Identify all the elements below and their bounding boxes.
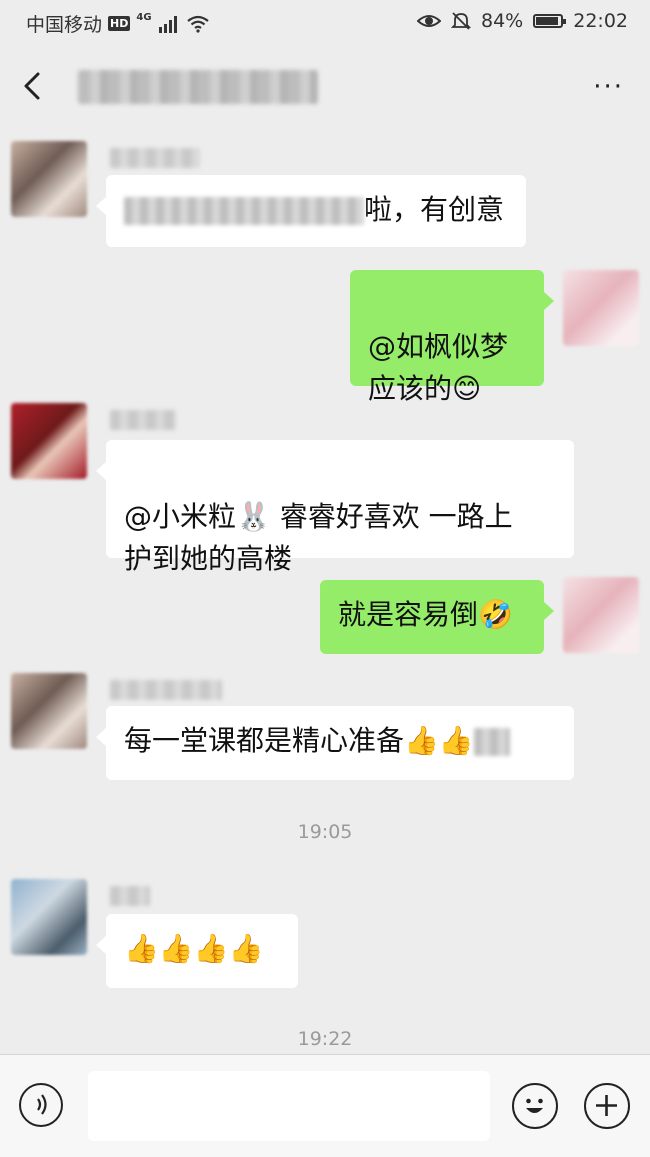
message-input[interactable] — [88, 1071, 490, 1141]
redacted-emoji — [473, 728, 510, 756]
my-avatar[interactable] — [563, 577, 639, 653]
mute-bell-icon — [451, 12, 471, 30]
message-bubble[interactable]: @如枫似梦 应该的😊 — [350, 270, 554, 405]
sender-name-redacted — [110, 680, 222, 700]
more-button[interactable]: ··· — [593, 72, 624, 102]
network-type: 4G — [136, 12, 152, 23]
chevron-left-icon — [24, 72, 40, 100]
signal-icon — [158, 15, 177, 33]
back-button[interactable] — [20, 68, 56, 108]
message-bubble[interactable]: 每一堂课都是精心准备👍👍 — [96, 706, 574, 780]
smiley-icon — [526, 1098, 543, 1113]
sender-name-redacted — [110, 410, 176, 430]
voice-wave-icon — [37, 1094, 47, 1115]
timestamp: 19:22 — [297, 1028, 353, 1050]
message-text: 👍👍👍👍 — [124, 932, 264, 965]
input-bar — [0, 1054, 650, 1157]
my-avatar[interactable] — [563, 270, 639, 346]
message-bubble[interactable]: 👍👍👍👍 — [96, 914, 298, 988]
status-bar: 中国移动 HD 4G 84% 22:02 — [0, 0, 650, 46]
eye-icon — [417, 15, 441, 27]
more-functions-button[interactable] — [584, 1083, 630, 1129]
hd-badge: HD — [108, 16, 131, 31]
clock: 22:02 — [573, 10, 628, 32]
message-text: @小米粒🐰 睿睿好喜欢 一路上 护到她的高楼 — [124, 500, 513, 575]
voice-button[interactable] — [19, 1083, 63, 1127]
status-right: 84% 22:02 — [417, 10, 628, 32]
emoji-button[interactable] — [512, 1083, 558, 1129]
message-bubble[interactable]: 啦，有创意 — [96, 175, 526, 247]
avatar[interactable] — [11, 879, 87, 955]
message-bubble[interactable]: 就是容易倒🤣 — [320, 580, 554, 654]
chat-title-redacted — [78, 70, 318, 104]
battery-icon — [533, 14, 567, 28]
wifi-icon — [186, 15, 209, 33]
redacted-text — [124, 197, 364, 225]
message-bubble[interactable]: @小米粒🐰 睿睿好喜欢 一路上 护到她的高楼 — [96, 440, 574, 575]
battery-percent: 84% — [481, 10, 524, 32]
message-text: 啦，有创意 — [364, 193, 505, 226]
message-text: 每一堂课都是精心准备👍👍 — [124, 724, 474, 757]
timestamp: 19:05 — [297, 821, 353, 843]
message-text: @如枫似梦 应该的😊 — [368, 330, 509, 405]
carrier-name: 中国移动 — [26, 14, 103, 36]
sender-name-redacted — [110, 148, 200, 168]
chat-header: ··· — [0, 46, 650, 130]
avatar[interactable] — [11, 403, 87, 479]
plus-icon — [596, 1095, 617, 1116]
sender-name-redacted — [110, 886, 150, 906]
status-left: 中国移动 HD 4G — [26, 10, 210, 37]
avatar[interactable] — [11, 673, 87, 749]
message-text: 就是容易倒🤣 — [338, 598, 513, 631]
avatar[interactable] — [11, 141, 87, 217]
